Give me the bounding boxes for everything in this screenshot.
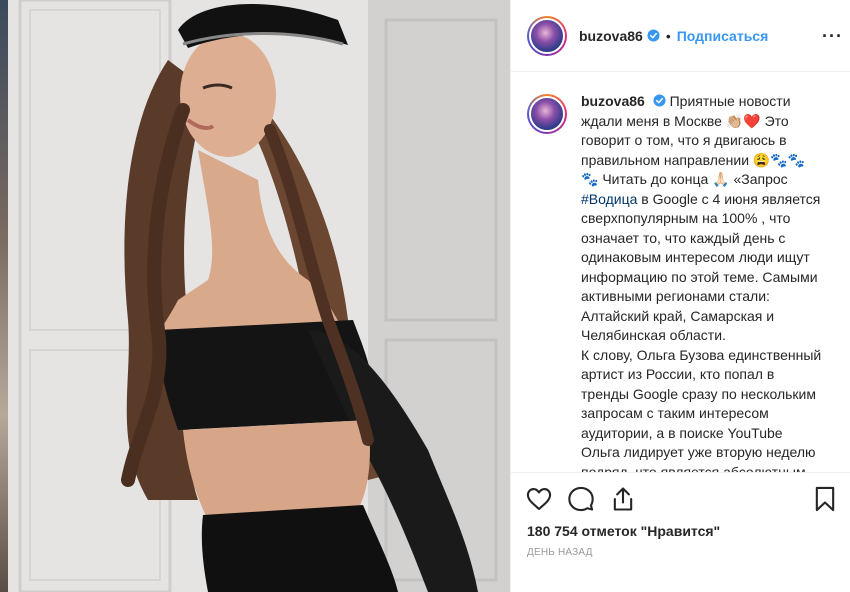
more-options-icon[interactable]: ··· — [822, 26, 843, 47]
post-photo-illustration — [8, 0, 510, 592]
post-header: buzova86 • Подписаться ··· — [511, 0, 850, 72]
caption-line: Челябинская области. — [581, 327, 726, 343]
previous-post-edge[interactable] — [0, 0, 8, 592]
share-icon[interactable] — [609, 485, 637, 513]
author-username[interactable]: buzova86 — [579, 28, 643, 44]
likes-count[interactable]: 180 754 отметок "Нравится" — [527, 523, 720, 539]
post-actions: 180 754 отметок "Нравится" ДЕНЬ НАЗАД — [511, 472, 850, 592]
caption-username[interactable]: buzova86 — [581, 93, 645, 109]
caption-line: запросам с таким интересом — [581, 405, 769, 421]
hashtag-link[interactable]: #Водица — [581, 191, 637, 207]
caption-line: активными регионами стали: — [581, 288, 770, 304]
caption-text: buzova86 Приятные новости ждали меня в М… — [581, 92, 839, 472]
author-avatar[interactable] — [527, 15, 567, 56]
caption-author-avatar[interactable] — [527, 94, 567, 134]
caption-line: Алтайский край, Самарская и — [581, 307, 775, 324]
caption-line: К слову, Ольга Бузова единственный — [581, 346, 822, 363]
caption-line: говорит о том, что я двигаюсь в — [581, 132, 787, 148]
caption-line: правильном направлении 😩🐾🐾 — [581, 151, 806, 168]
caption-line: артист из России, кто попал в — [581, 366, 775, 382]
caption-line: в Google с 4 июня является — [641, 190, 821, 207]
caption-line: одинаковым интересом люди ищут — [581, 249, 810, 265]
caption-line: означает то, что каждый день с — [581, 229, 786, 246]
caption-line: аудитории, а в поиске YouTube — [581, 424, 783, 441]
caption-line: 🐾 Читать до конца 🙏🏻 «Запрос — [581, 171, 788, 187]
post-timestamp[interactable]: ДЕНЬ НАЗАД — [527, 547, 593, 558]
caption-line: подряд, что является абсолютным — [581, 463, 806, 473]
verified-badge-icon — [647, 29, 660, 42]
separator-dot: • — [665, 27, 671, 44]
caption-line: тренды Google сразу по нескольким — [581, 385, 817, 402]
caption-line: ждали меня в Москве 👏🏼❤️ Это — [581, 112, 789, 129]
caption-line: сверхпопулярным на 100% , что — [581, 210, 791, 226]
caption-line: информацию по этой теме. Самыми — [581, 268, 818, 285]
caption-line: Приятные новости — [669, 93, 791, 109]
post-photo[interactable] — [8, 0, 510, 592]
post-details-panel: buzova86 • Подписаться ··· buzova86 Прия… — [510, 0, 850, 592]
verified-badge-icon — [653, 94, 666, 107]
caption-area: buzova86 Приятные новости ждали меня в М… — [511, 72, 850, 472]
caption-line: Ольга лидирует уже вторую неделю — [581, 444, 816, 460]
heart-icon[interactable] — [525, 485, 553, 513]
comment-icon[interactable] — [567, 485, 595, 513]
follow-button[interactable]: Подписаться — [677, 28, 769, 44]
bookmark-icon[interactable] — [811, 485, 839, 513]
